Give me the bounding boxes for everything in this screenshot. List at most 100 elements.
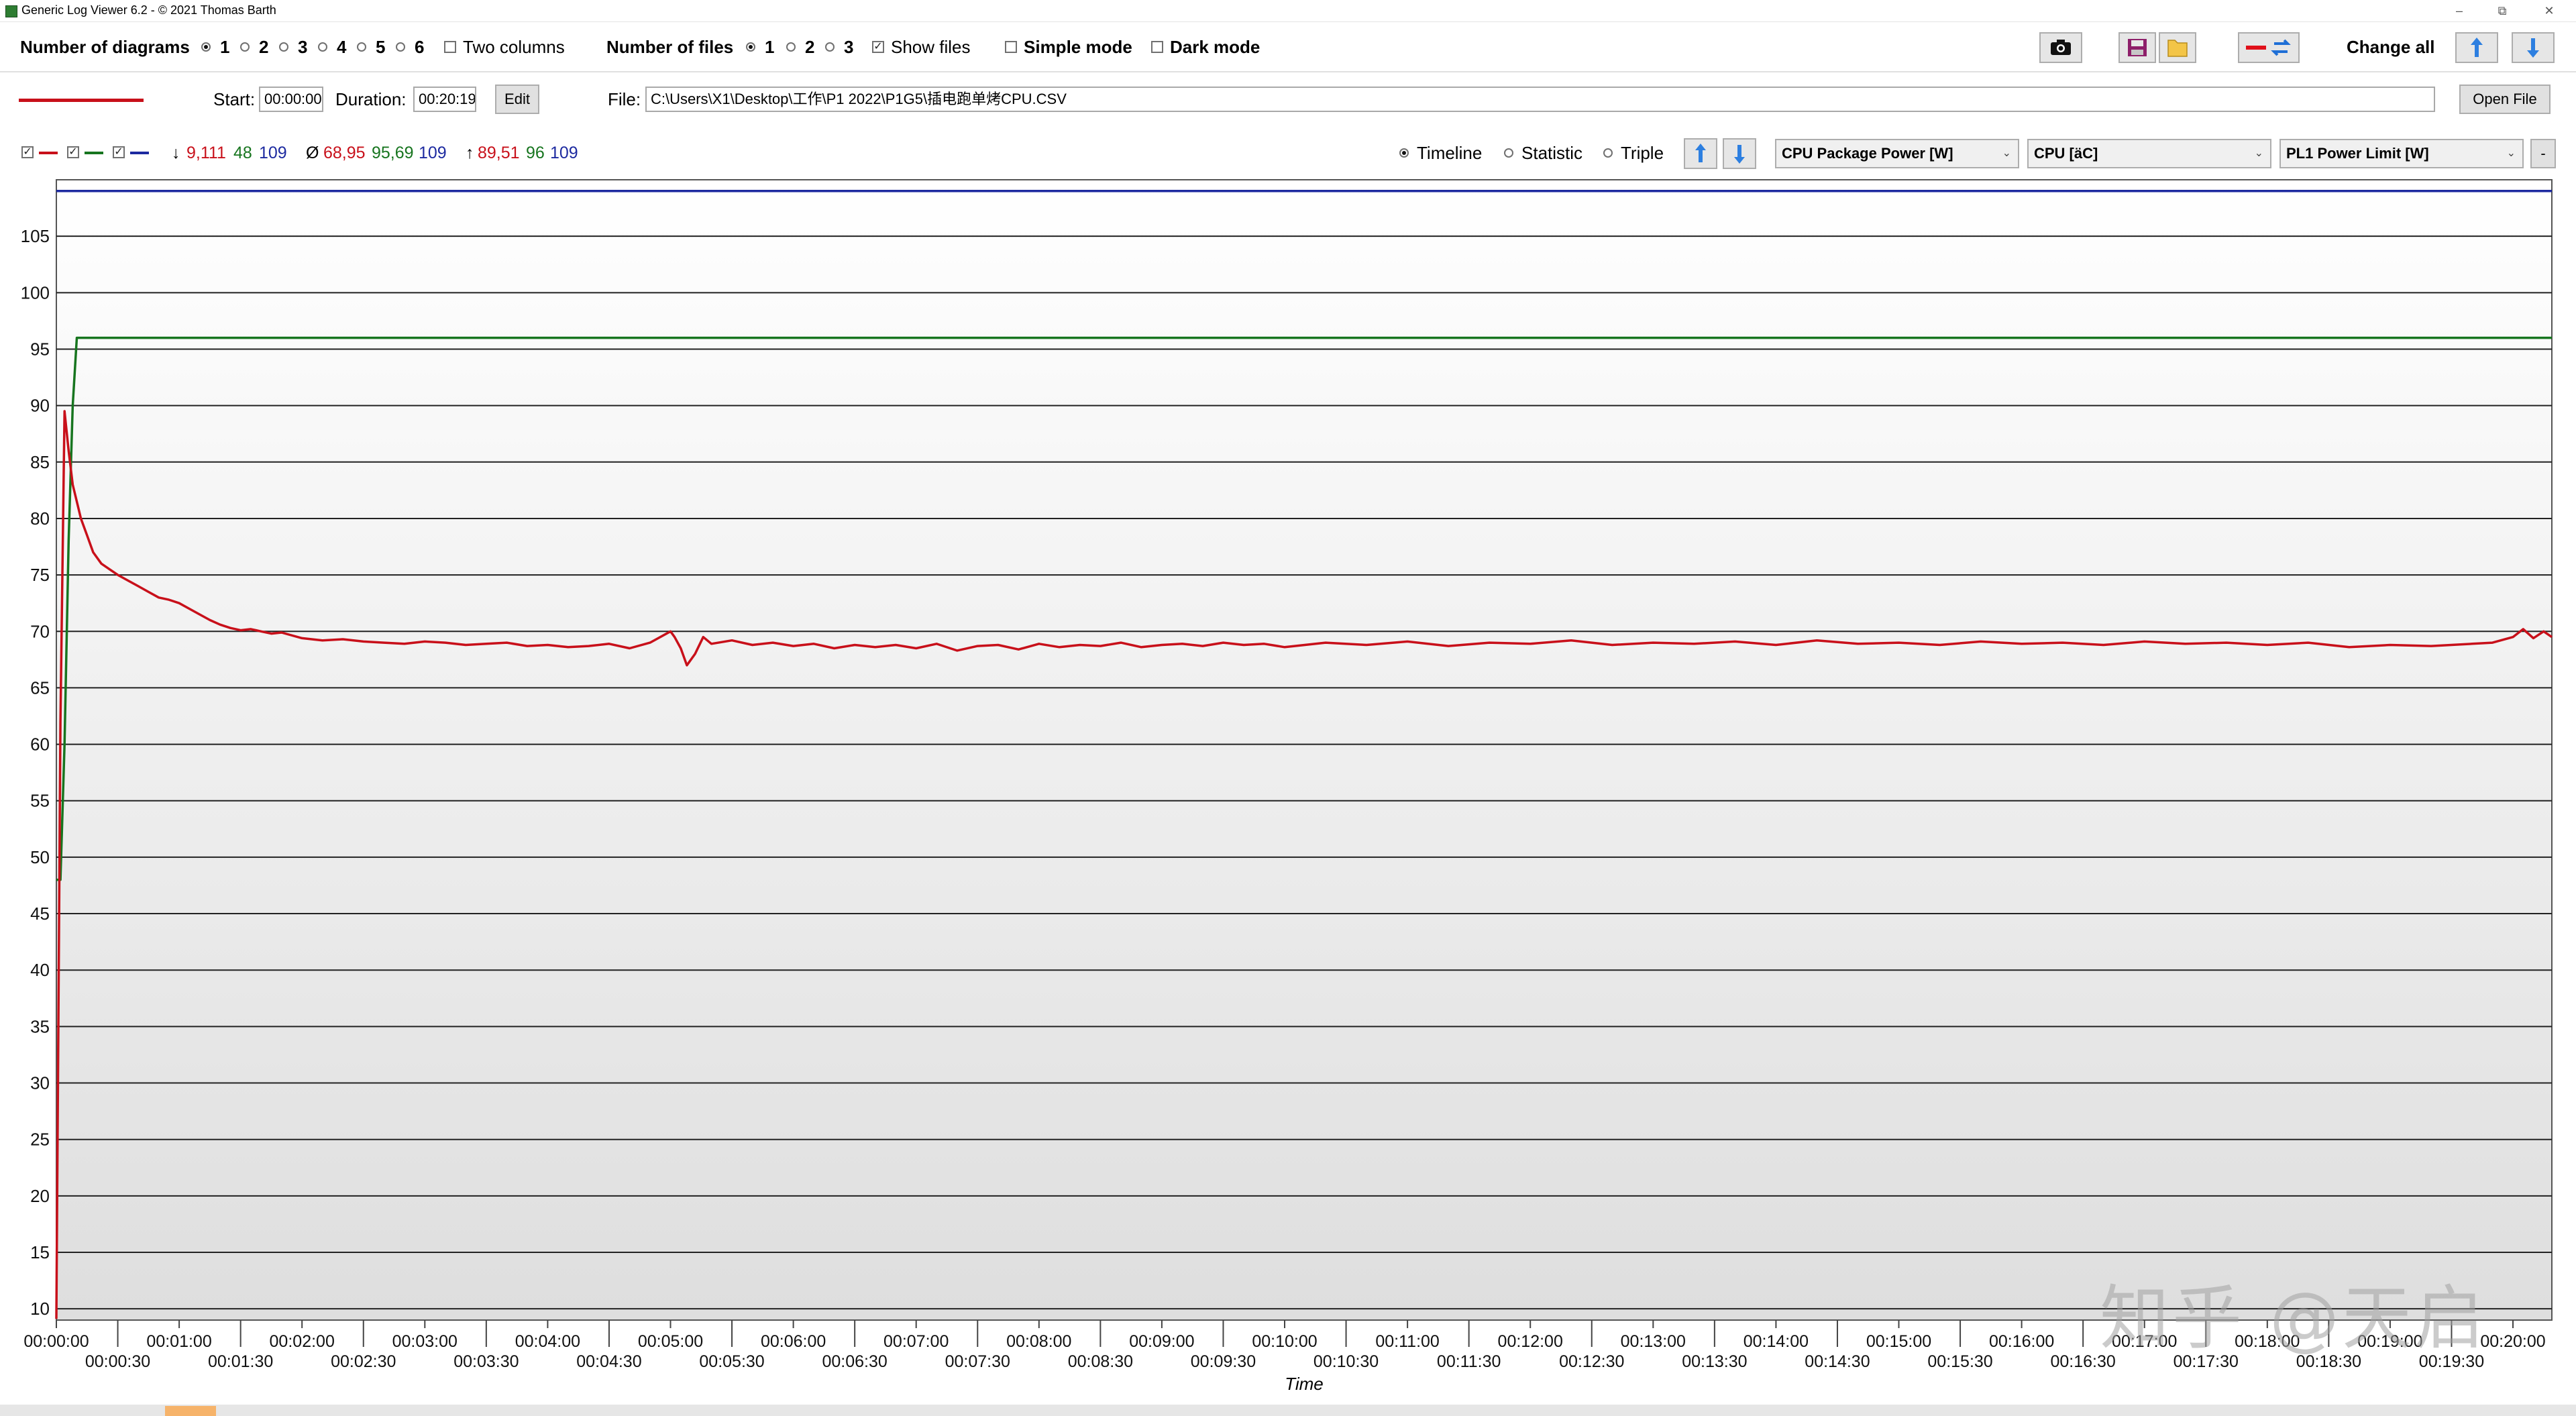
avg-value-1: 68,95 bbox=[323, 144, 366, 162]
y-tick-label: 70 bbox=[30, 621, 50, 641]
two-columns-checkbox[interactable] bbox=[444, 41, 456, 53]
x-tick-label: 00:07:30 bbox=[945, 1352, 1010, 1371]
statistic-radio[interactable] bbox=[1504, 148, 1513, 158]
series-color-swatch bbox=[19, 99, 144, 102]
y-tick-label: 30 bbox=[30, 1073, 50, 1093]
x-tick-label: 00:07:00 bbox=[883, 1332, 949, 1351]
x-tick-label: 00:13:00 bbox=[1621, 1332, 1686, 1351]
diagram-option-6: 6 bbox=[415, 37, 425, 57]
x-tick-label: 00:03:00 bbox=[392, 1332, 458, 1351]
file-label: File: bbox=[608, 89, 641, 109]
x-tick-label: 00:16:00 bbox=[1989, 1332, 2054, 1351]
max-value-1: 89,51 bbox=[478, 144, 520, 162]
y-tick-label: 85 bbox=[30, 452, 50, 472]
file-option-2: 2 bbox=[805, 37, 815, 57]
diagram-radio-6[interactable] bbox=[396, 42, 405, 52]
x-tick-label: 00:01:30 bbox=[208, 1352, 273, 1371]
timeline-radio[interactable] bbox=[1399, 148, 1409, 158]
avg-value-2: 95,69 bbox=[372, 144, 414, 162]
simple-mode-checkbox[interactable] bbox=[1005, 41, 1017, 53]
diagram-radio-1[interactable] bbox=[201, 42, 211, 52]
series1-select[interactable]: CPU Package Power [W] ⌄ bbox=[1775, 139, 2019, 168]
triple-radio[interactable] bbox=[1603, 148, 1613, 158]
move-down-button[interactable] bbox=[1723, 138, 1756, 169]
watermark: 知乎 @天启 bbox=[2100, 1277, 2487, 1359]
chevron-down-icon: ⌄ bbox=[2002, 148, 2011, 159]
y-tick-label: 60 bbox=[30, 734, 50, 755]
move-up-all-button[interactable] bbox=[2455, 32, 2498, 63]
move-up-button[interactable] bbox=[1684, 138, 1717, 169]
avg-value-3: 109 bbox=[419, 144, 447, 162]
x-tick-label: 00:06:00 bbox=[761, 1332, 826, 1351]
series-red-swatch bbox=[39, 152, 58, 154]
show-files-label: Show files bbox=[891, 37, 971, 57]
x-tick-label: 00:05:30 bbox=[699, 1352, 764, 1371]
x-tick-label: 00:15:30 bbox=[1927, 1352, 1992, 1371]
timeline-chart[interactable]: 10 15 20 25 30 35 40 45 50 55 60 65 70 75 80 85 90 95 100 1… bbox=[0, 174, 2576, 1405]
diagram-radio-2[interactable] bbox=[240, 42, 250, 52]
close-button[interactable]: ✕ bbox=[2529, 1, 2569, 20]
x-tick-label: 00:14:30 bbox=[1805, 1352, 1870, 1371]
series-blue-checkbox[interactable]: ✓ bbox=[113, 146, 125, 158]
start-input[interactable]: 00:00:00 bbox=[259, 87, 323, 112]
y-tick-label: 65 bbox=[30, 677, 50, 698]
diagram-radio-5[interactable] bbox=[357, 42, 366, 52]
swap-icon bbox=[2246, 39, 2291, 56]
screenshot-button[interactable] bbox=[2039, 32, 2082, 63]
open-folder-button[interactable] bbox=[2159, 32, 2196, 63]
x-tick-label: 00:13:30 bbox=[1682, 1352, 1747, 1371]
file-row: Start: 00:00:00 Duration: 00:20:19 Edit … bbox=[0, 85, 2576, 114]
minimize-button[interactable]: – bbox=[2439, 1, 2479, 20]
x-tick-label: 00:10:00 bbox=[1252, 1332, 1317, 1351]
y-tick-label: 40 bbox=[30, 960, 50, 980]
simple-mode-label: Simple mode bbox=[1024, 37, 1132, 57]
dark-mode-checkbox[interactable] bbox=[1151, 41, 1163, 53]
x-tick-label: 00:20:00 bbox=[2480, 1332, 2545, 1351]
y-tick-label: 25 bbox=[30, 1130, 50, 1150]
x-tick-label: 00:08:30 bbox=[1068, 1352, 1133, 1371]
two-columns-label: Two columns bbox=[463, 37, 565, 57]
y-tick-label: 15 bbox=[30, 1242, 50, 1262]
diagram-radio-3[interactable] bbox=[279, 42, 288, 52]
x-tick-label: 00:03:30 bbox=[453, 1352, 519, 1371]
file-radio-1[interactable] bbox=[746, 42, 755, 52]
x-tick-label: 00:00:30 bbox=[85, 1352, 150, 1371]
duration-input[interactable]: 00:20:19 bbox=[413, 87, 476, 112]
series3-select[interactable]: PL1 Power Limit [W] ⌄ bbox=[2279, 139, 2524, 168]
series2-select[interactable]: CPU [äC] ⌄ bbox=[2027, 139, 2271, 168]
move-down-all-button[interactable] bbox=[2512, 32, 2555, 63]
statistic-label: Statistic bbox=[1521, 143, 1583, 163]
app-icon bbox=[5, 5, 17, 17]
chevron-down-icon: ⌄ bbox=[2506, 148, 2516, 159]
y-tick-label: 50 bbox=[30, 847, 50, 867]
save-button[interactable] bbox=[2118, 32, 2156, 63]
title-bar: Generic Log Viewer 6.2 - © 2021 Thomas B… bbox=[0, 0, 2576, 22]
remove-diagram-button[interactable]: - bbox=[2530, 139, 2556, 168]
edit-button[interactable]: Edit bbox=[495, 85, 539, 114]
x-tick-label: 00:09:30 bbox=[1191, 1352, 1256, 1371]
series-green-swatch bbox=[85, 152, 103, 154]
file-radio-2[interactable] bbox=[786, 42, 796, 52]
max-symbol: ↑ bbox=[466, 144, 474, 162]
x-tick-label: 00:11:30 bbox=[1437, 1352, 1501, 1371]
y-axis-ticks: 10 15 20 25 30 35 40 45 50 55 60 65 70 75 80 85 90 95 100 1… bbox=[21, 226, 50, 1319]
x-tick-label: 00:14:00 bbox=[1743, 1332, 1809, 1351]
swap-colors-button[interactable] bbox=[2238, 32, 2300, 63]
min-symbol: ↓ bbox=[172, 144, 180, 162]
x-tick-label: 00:05:00 bbox=[638, 1332, 703, 1351]
show-files-checkbox[interactable]: ✓ bbox=[872, 41, 884, 53]
file-path-input[interactable]: C:\Users\X1\Desktop\工作\P1 2022\P1G5\插电跑单… bbox=[645, 87, 2435, 112]
duration-label: Duration: bbox=[335, 89, 407, 109]
diagram-radio-4[interactable] bbox=[318, 42, 327, 52]
series-green-checkbox[interactable]: ✓ bbox=[67, 146, 79, 158]
file-radio-3[interactable] bbox=[825, 42, 835, 52]
toolbar: Number of diagrams 1 2 3 4 5 6 Two colum… bbox=[0, 32, 2576, 63]
y-tick-label: 20 bbox=[30, 1186, 50, 1206]
file-option-3: 3 bbox=[844, 37, 854, 57]
x-tick-label: 00:11:00 bbox=[1375, 1332, 1439, 1351]
restore-button[interactable]: ⧉ bbox=[2482, 1, 2522, 20]
open-file-button[interactable]: Open File bbox=[2459, 85, 2551, 114]
min-value-1: 9,111 bbox=[186, 144, 226, 162]
series-red-checkbox[interactable]: ✓ bbox=[21, 146, 34, 158]
y-tick-label: 100 bbox=[21, 282, 50, 303]
